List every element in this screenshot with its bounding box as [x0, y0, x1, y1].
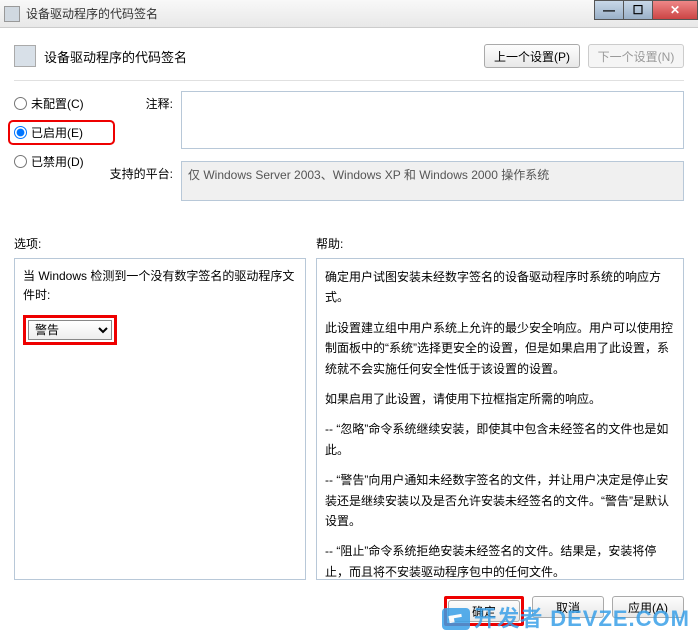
header-row: 设备驱动程序的代码签名 上一个设置(P) 下一个设置(N): [14, 38, 684, 81]
minimize-button[interactable]: —: [594, 0, 624, 20]
options-combo-highlight: 警告: [23, 315, 117, 345]
radio-enabled-highlight: 已启用(E): [8, 120, 115, 145]
radio-enabled[interactable]: 已启用(E): [14, 124, 109, 141]
help-panel: 确定用户试图安装未经数字签名的设备驱动程序时系统的响应方式。 此设置建立组中用户…: [316, 258, 684, 580]
lower-area: 选项: 当 Windows 检测到一个没有数字签名的驱动程序文件时: 警告 帮助…: [14, 235, 684, 580]
comment-row: 注释:: [109, 91, 684, 149]
cancel-button[interactable]: 取消: [532, 596, 604, 618]
platform-label: 支持的平台:: [109, 161, 181, 201]
comment-label: 注释:: [109, 91, 181, 149]
maximize-button[interactable]: ☐: [623, 0, 653, 20]
radio-not-configured[interactable]: 未配置(C): [14, 95, 109, 112]
close-button[interactable]: ✕: [652, 0, 698, 20]
config-area: 未配置(C) 已启用(E) 已禁用(D) 注释: 支持的平台: 仅 Window…: [14, 91, 684, 213]
window-title: 设备驱动程序的代码签名: [26, 5, 158, 22]
help-paragraph: -- “警告”向用户通知未经数字签名的文件，并让用户决定是停止安装还是继续安装以…: [325, 470, 679, 531]
app-icon: [4, 6, 20, 22]
footer: 确定 取消 应用(A): [0, 590, 698, 632]
radio-enabled-input[interactable]: [14, 126, 27, 139]
platform-row: 支持的平台: 仅 Windows Server 2003、Windows XP …: [109, 161, 684, 201]
nav-buttons: 上一个设置(P) 下一个设置(N): [484, 44, 684, 68]
options-dropdown[interactable]: 警告: [28, 320, 112, 340]
help-label: 帮助:: [316, 235, 684, 252]
next-setting-button: 下一个设置(N): [588, 44, 684, 68]
platform-value: 仅 Windows Server 2003、Windows XP 和 Windo…: [181, 161, 684, 201]
titlebar: 设备驱动程序的代码签名 — ☐ ✕: [0, 0, 698, 28]
prev-setting-button[interactable]: 上一个设置(P): [484, 44, 580, 68]
help-paragraph: 此设置建立组中用户系统上允许的最少安全响应。用户可以使用控制面板中的“系统”选择…: [325, 318, 679, 379]
comment-input[interactable]: [181, 91, 684, 149]
options-panel: 当 Windows 检测到一个没有数字签名的驱动程序文件时: 警告: [14, 258, 306, 580]
help-paragraph: 确定用户试图安装未经数字签名的设备驱动程序时系统的响应方式。: [325, 267, 679, 308]
window-controls: — ☐ ✕: [595, 0, 698, 20]
policy-icon: [14, 45, 36, 67]
radio-disabled-label: 已禁用(D): [31, 153, 84, 170]
radio-disabled-input[interactable]: [14, 155, 27, 168]
radio-disabled[interactable]: 已禁用(D): [14, 153, 109, 170]
radio-enabled-label: 已启用(E): [31, 124, 83, 141]
help-paragraph: 如果启用了此设置，请使用下拉框指定所需的响应。: [325, 389, 679, 409]
content-area: 设备驱动程序的代码签名 上一个设置(P) 下一个设置(N) 未配置(C) 已启用…: [0, 28, 698, 590]
help-paragraph: -- “忽略”命令系统继续安装，即使其中包含未经签名的文件也是如此。: [325, 419, 679, 460]
apply-button[interactable]: 应用(A): [612, 596, 684, 618]
form-column: 注释: 支持的平台: 仅 Windows Server 2003、Windows…: [109, 91, 684, 213]
help-paragraph: -- “阻止”命令系统拒绝安装未经签名的文件。结果是，安装将停止，而且将不安装驱…: [325, 541, 679, 580]
radio-not-configured-label: 未配置(C): [31, 95, 84, 112]
radio-column: 未配置(C) 已启用(E) 已禁用(D): [14, 91, 109, 213]
options-label: 选项:: [14, 235, 306, 252]
options-column: 选项: 当 Windows 检测到一个没有数字签名的驱动程序文件时: 警告: [14, 235, 306, 580]
options-prompt: 当 Windows 检测到一个没有数字签名的驱动程序文件时:: [23, 267, 297, 305]
ok-highlight: 确定: [444, 596, 524, 626]
help-column: 帮助: 确定用户试图安装未经数字签名的设备驱动程序时系统的响应方式。 此设置建立…: [316, 235, 684, 580]
ok-button[interactable]: 确定: [448, 600, 520, 622]
policy-title: 设备驱动程序的代码签名: [44, 47, 187, 66]
radio-not-configured-input[interactable]: [14, 97, 27, 110]
